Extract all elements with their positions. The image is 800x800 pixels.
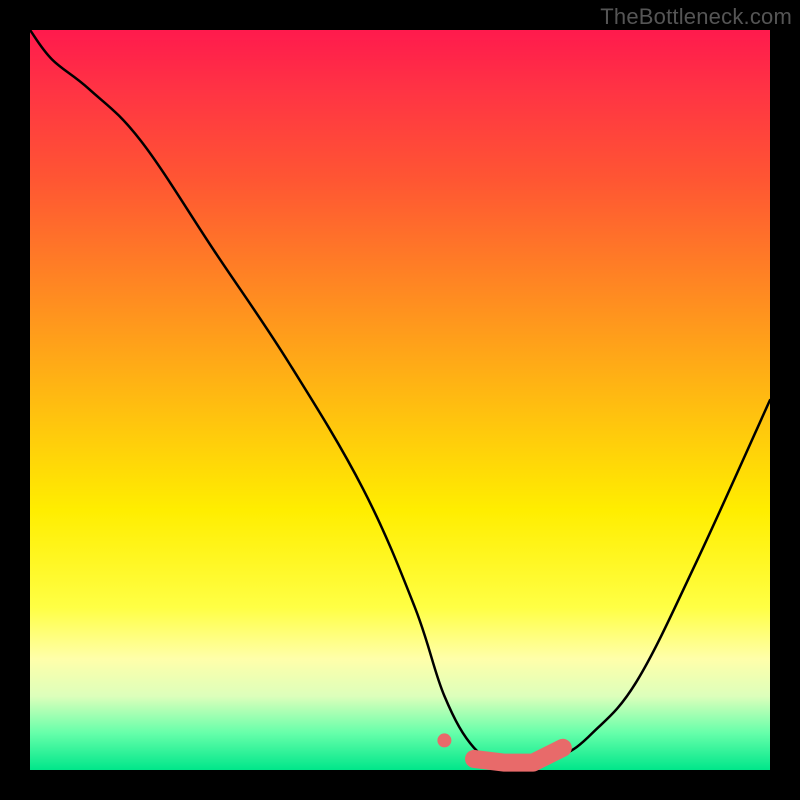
chart-svg xyxy=(30,30,770,770)
marker-dot xyxy=(437,733,451,747)
marker-band xyxy=(474,748,563,763)
watermark-text: TheBottleneck.com xyxy=(600,4,792,30)
chart-container: TheBottleneck.com xyxy=(0,0,800,800)
optimal-range-markers xyxy=(437,733,562,762)
bottleneck-curve xyxy=(30,30,770,764)
plot-area xyxy=(30,30,770,770)
